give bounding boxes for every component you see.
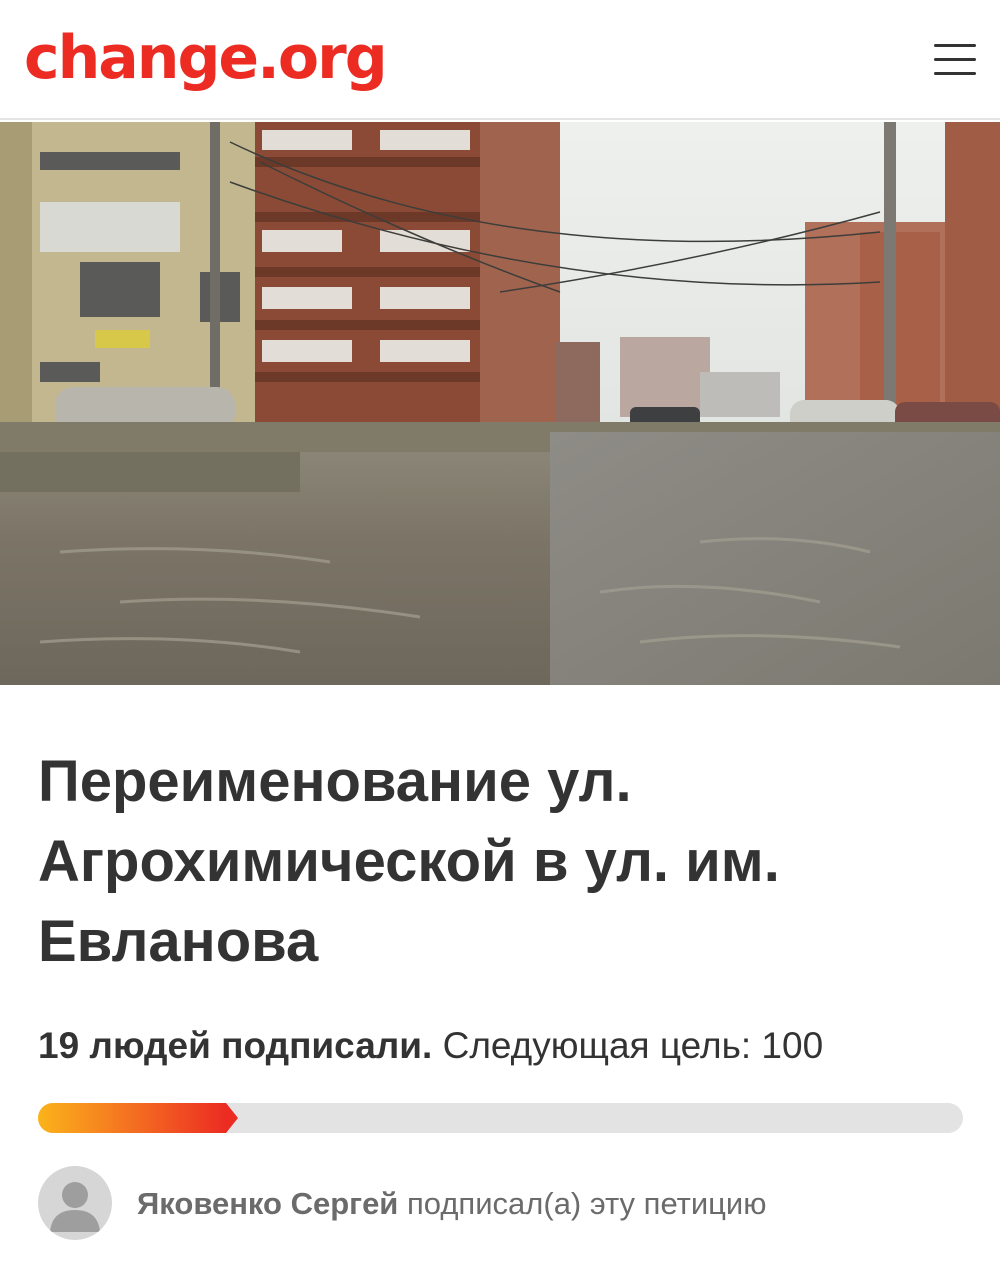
signer-name[interactable]: Яковенко Сергей: [137, 1186, 398, 1221]
signature-progress-text: 19 людей подписали. Следующая цель: 100: [38, 1022, 978, 1070]
signature-count: 19 людей подписали.: [38, 1025, 433, 1066]
change-org-logo[interactable]: change.org: [24, 18, 388, 98]
next-goal: Следующая цель: 100: [442, 1025, 824, 1066]
recent-signer: Яковенко Сергей подписал(а) эту петицию: [137, 1184, 767, 1224]
signature-progress-fill: [38, 1103, 238, 1133]
petition-hero-image: [0, 122, 1000, 685]
signature-progress-bar: [38, 1103, 963, 1133]
default-user-avatar-icon: [38, 1166, 112, 1240]
hamburger-menu-icon[interactable]: [934, 44, 976, 78]
top-header: change.org: [0, 0, 1000, 120]
signer-action: подписал(а) эту петицию: [407, 1186, 767, 1221]
petition-title: Переименование ул. Агрохимической в ул. …: [38, 749, 780, 974]
